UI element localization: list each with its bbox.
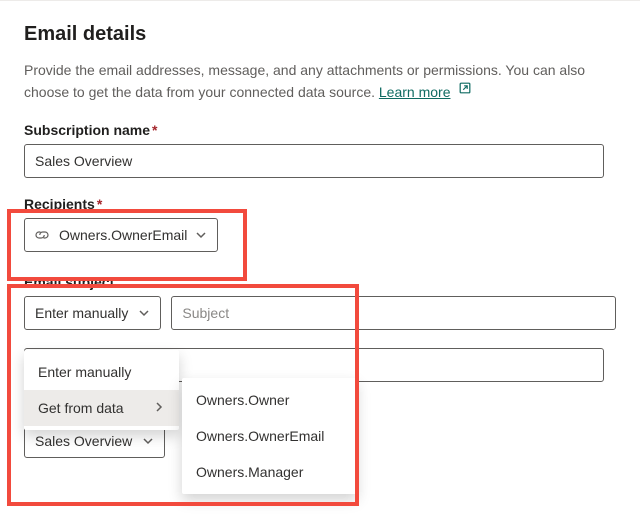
email-subject-mode-value: Enter manually xyxy=(35,305,128,321)
email-subject-field: Email subject Enter manually xyxy=(24,274,616,330)
chevron-right-icon xyxy=(153,400,165,416)
recipients-chip-text: Owners.OwnerEmail xyxy=(59,227,187,243)
get-from-data-submenu[interactable]: Owners.Owner Owners.OwnerEmail Owners.Ma… xyxy=(182,378,357,494)
email-subject-mode-dropdown[interactable]: Enter manually xyxy=(24,296,161,330)
link-icon xyxy=(33,228,51,242)
report-page-value: Sales Overview xyxy=(35,433,132,449)
menu-item-enter-manually[interactable]: Enter manually xyxy=(24,354,179,390)
chevron-down-icon xyxy=(142,435,154,447)
external-link-icon xyxy=(458,80,472,100)
submenu-item-owners-owneremail[interactable]: Owners.OwnerEmail xyxy=(182,418,357,454)
required-asterisk: * xyxy=(152,122,157,138)
page-title: Email details xyxy=(24,23,616,46)
learn-more-link[interactable]: Learn more xyxy=(379,84,451,100)
submenu-item-owners-manager[interactable]: Owners.Manager xyxy=(182,454,357,490)
menu-item-get-from-data[interactable]: Get from data xyxy=(24,390,179,426)
page-description: Provide the email addresses, message, an… xyxy=(24,60,616,102)
email-subject-label: Email subject xyxy=(24,274,616,290)
email-subject-input[interactable] xyxy=(171,296,616,330)
required-asterisk: * xyxy=(97,196,102,212)
description-text: Provide the email addresses, message, an… xyxy=(24,62,585,100)
chevron-down-icon xyxy=(195,229,207,241)
chevron-down-icon xyxy=(138,307,150,319)
submenu-item-owners-owner[interactable]: Owners.Owner xyxy=(182,382,357,418)
subscription-name-label: Subscription name* xyxy=(24,122,616,138)
subscription-name-field: Subscription name* xyxy=(24,122,616,178)
subscription-name-input[interactable] xyxy=(24,144,604,178)
recipients-chip[interactable]: Owners.OwnerEmail xyxy=(24,218,218,252)
recipients-label: Recipients* xyxy=(24,196,616,212)
recipients-field: Recipients* Owners.OwnerEmail xyxy=(24,196,616,252)
email-subject-mode-menu[interactable]: Enter manually Get from data xyxy=(24,350,179,430)
